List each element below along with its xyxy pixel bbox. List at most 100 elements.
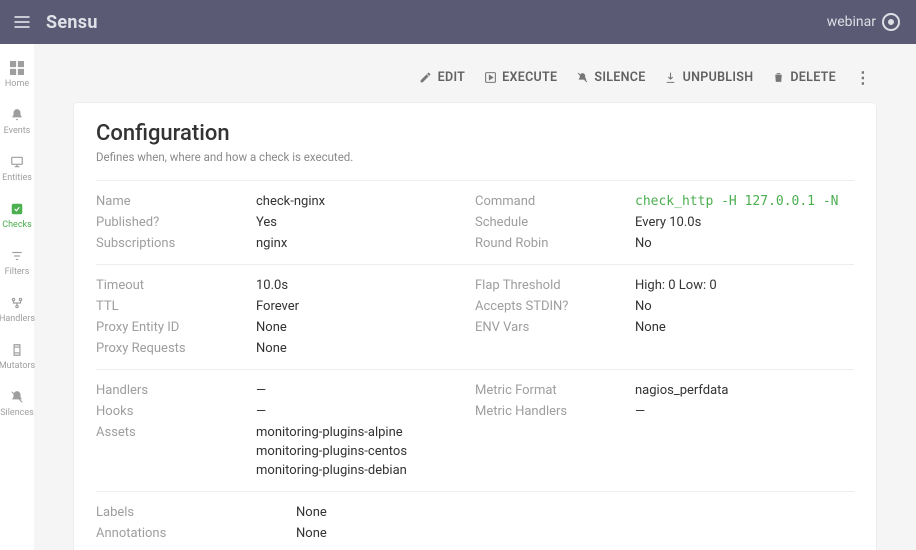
sidebar-item-label: Filters	[5, 267, 30, 277]
value-flap: High: 0 Low: 0	[635, 278, 717, 293]
configuration-card: Configuration Defines when, where and ho…	[74, 103, 876, 550]
sidebar-item-checks[interactable]: Checks	[0, 201, 34, 230]
label-stdin: Accepts STDIN?	[475, 299, 635, 314]
value-assets: monitoring-plugins-alpine monitoring-plu…	[256, 425, 407, 478]
execute-button[interactable]: EXECUTE	[483, 70, 557, 85]
value-roundrobin: No	[635, 236, 652, 251]
silence-icon	[9, 389, 25, 405]
label-timeout: Timeout	[96, 278, 256, 293]
label-schedule: Schedule	[475, 215, 635, 230]
value-schedule: Every 10.0s	[635, 215, 701, 230]
asset-item: monitoring-plugins-centos	[256, 444, 407, 459]
label-proxyentity: Proxy Entity ID	[96, 320, 256, 335]
value-published: Yes	[256, 215, 277, 230]
value-metricformat: nagios_perfdata	[635, 383, 729, 398]
mutators-icon	[9, 342, 25, 358]
value-proxyentity: None	[256, 320, 287, 335]
label-proxyreq: Proxy Requests	[96, 341, 256, 356]
namespace-icon	[882, 13, 900, 31]
action-label: DELETE	[790, 70, 836, 85]
section-identity: Namecheck-nginx Published?Yes Subscripti…	[96, 180, 854, 264]
value-timeout: 10.0s	[256, 278, 288, 293]
value-ttl: Forever	[256, 299, 299, 314]
sidebar-item-label: Events	[4, 126, 31, 136]
label-annotations: Annotations	[96, 526, 296, 541]
topbar: Sensu webinar	[0, 0, 916, 44]
check-icon	[9, 201, 25, 217]
section-timing: Timeout10.0s TTLForever Proxy Entity IDN…	[96, 264, 854, 369]
value-env: None	[635, 320, 666, 335]
more-actions-button[interactable]: ⋮	[854, 68, 872, 87]
namespace-picker[interactable]: webinar	[827, 13, 900, 31]
edit-button[interactable]: EDIT	[419, 70, 466, 85]
menu-icon[interactable]	[8, 8, 36, 36]
label-name: Name	[96, 194, 256, 209]
monitor-icon	[9, 154, 25, 170]
sidebar-item-label: Handlers	[0, 314, 35, 324]
section-pipeline: Handlers— Hooks— Assets monitoring-plugi…	[96, 369, 854, 491]
action-label: EDIT	[438, 70, 466, 85]
sidebar-item-label: Silences	[0, 408, 34, 418]
kebab-icon: ⋮	[855, 68, 871, 87]
label-assets: Assets	[96, 425, 256, 440]
value-subscriptions: nginx	[256, 236, 287, 251]
dashboard-icon	[9, 60, 25, 76]
sidebar-item-home[interactable]: Home	[0, 60, 34, 89]
sidebar-item-label: Checks	[2, 220, 32, 230]
label-metrichandlers: Metric Handlers	[475, 404, 635, 419]
label-hooks: Hooks	[96, 404, 256, 419]
value-labels: None	[296, 505, 327, 520]
asset-item: monitoring-plugins-alpine	[256, 425, 407, 440]
action-label: SILENCE	[594, 70, 645, 85]
delete-button[interactable]: DELETE	[771, 70, 836, 85]
namespace-label: webinar	[827, 14, 876, 30]
label-labels: Labels	[96, 505, 296, 520]
action-label: UNPUBLISH	[683, 70, 754, 85]
value-handlers: —	[256, 383, 266, 398]
sidebar-item-mutators[interactable]: Mutators	[0, 342, 34, 371]
sidebar-item-label: Mutators	[0, 361, 35, 371]
section-metadata: LabelsNone AnnotationsNone	[96, 491, 854, 550]
label-ttl: TTL	[96, 299, 256, 314]
sidebar-item-label: Home	[5, 79, 29, 89]
unpublish-icon	[664, 71, 678, 85]
action-bar: EDIT EXECUTE SILENCE UNPUBLISH DELETE ⋮	[74, 44, 876, 103]
value-name: check-nginx	[256, 194, 325, 209]
value-metrichandlers: —	[635, 404, 645, 419]
action-label: EXECUTE	[502, 70, 557, 85]
label-handlers: Handlers	[96, 383, 256, 398]
main-content: EDIT EXECUTE SILENCE UNPUBLISH DELETE ⋮	[34, 44, 916, 550]
sidebar-item-entities[interactable]: Entities	[0, 154, 34, 183]
filter-icon	[9, 248, 25, 264]
play-icon	[483, 71, 497, 85]
value-stdin: No	[635, 299, 652, 314]
trash-icon	[771, 71, 785, 85]
label-env: ENV Vars	[475, 320, 635, 335]
unpublish-button[interactable]: UNPUBLISH	[664, 70, 754, 85]
sidebar-item-handlers[interactable]: Handlers	[0, 295, 34, 324]
silence-button[interactable]: SILENCE	[575, 70, 645, 85]
sidebar-item-events[interactable]: Events	[0, 107, 34, 136]
sidebar-item-filters[interactable]: Filters	[0, 248, 34, 277]
value-command: check_http -H 127.0.0.1 -N	[635, 194, 839, 209]
sidebar-item-silences[interactable]: Silences	[0, 389, 34, 418]
value-proxyreq: None	[256, 341, 287, 356]
sidebar: Home Events Entities Checks Filters Hand…	[0, 44, 34, 550]
label-published: Published?	[96, 215, 256, 230]
label-subscriptions: Subscriptions	[96, 236, 256, 251]
page-title: Configuration	[96, 121, 854, 146]
brand-logo: Sensu	[46, 12, 98, 33]
bell-off-icon	[575, 71, 589, 85]
asset-item: monitoring-plugins-debian	[256, 463, 407, 478]
value-annotations: None	[296, 526, 327, 541]
label-flap: Flap Threshold	[475, 278, 635, 293]
value-hooks: —	[256, 404, 266, 419]
label-metricformat: Metric Format	[475, 383, 635, 398]
pencil-icon	[419, 71, 433, 85]
page-subtitle: Defines when, where and how a check is e…	[96, 150, 854, 164]
bell-icon	[9, 107, 25, 123]
sidebar-item-label: Entities	[2, 173, 32, 183]
handlers-icon	[9, 295, 25, 311]
label-command: Command	[475, 194, 635, 209]
label-roundrobin: Round Robin	[475, 236, 635, 251]
